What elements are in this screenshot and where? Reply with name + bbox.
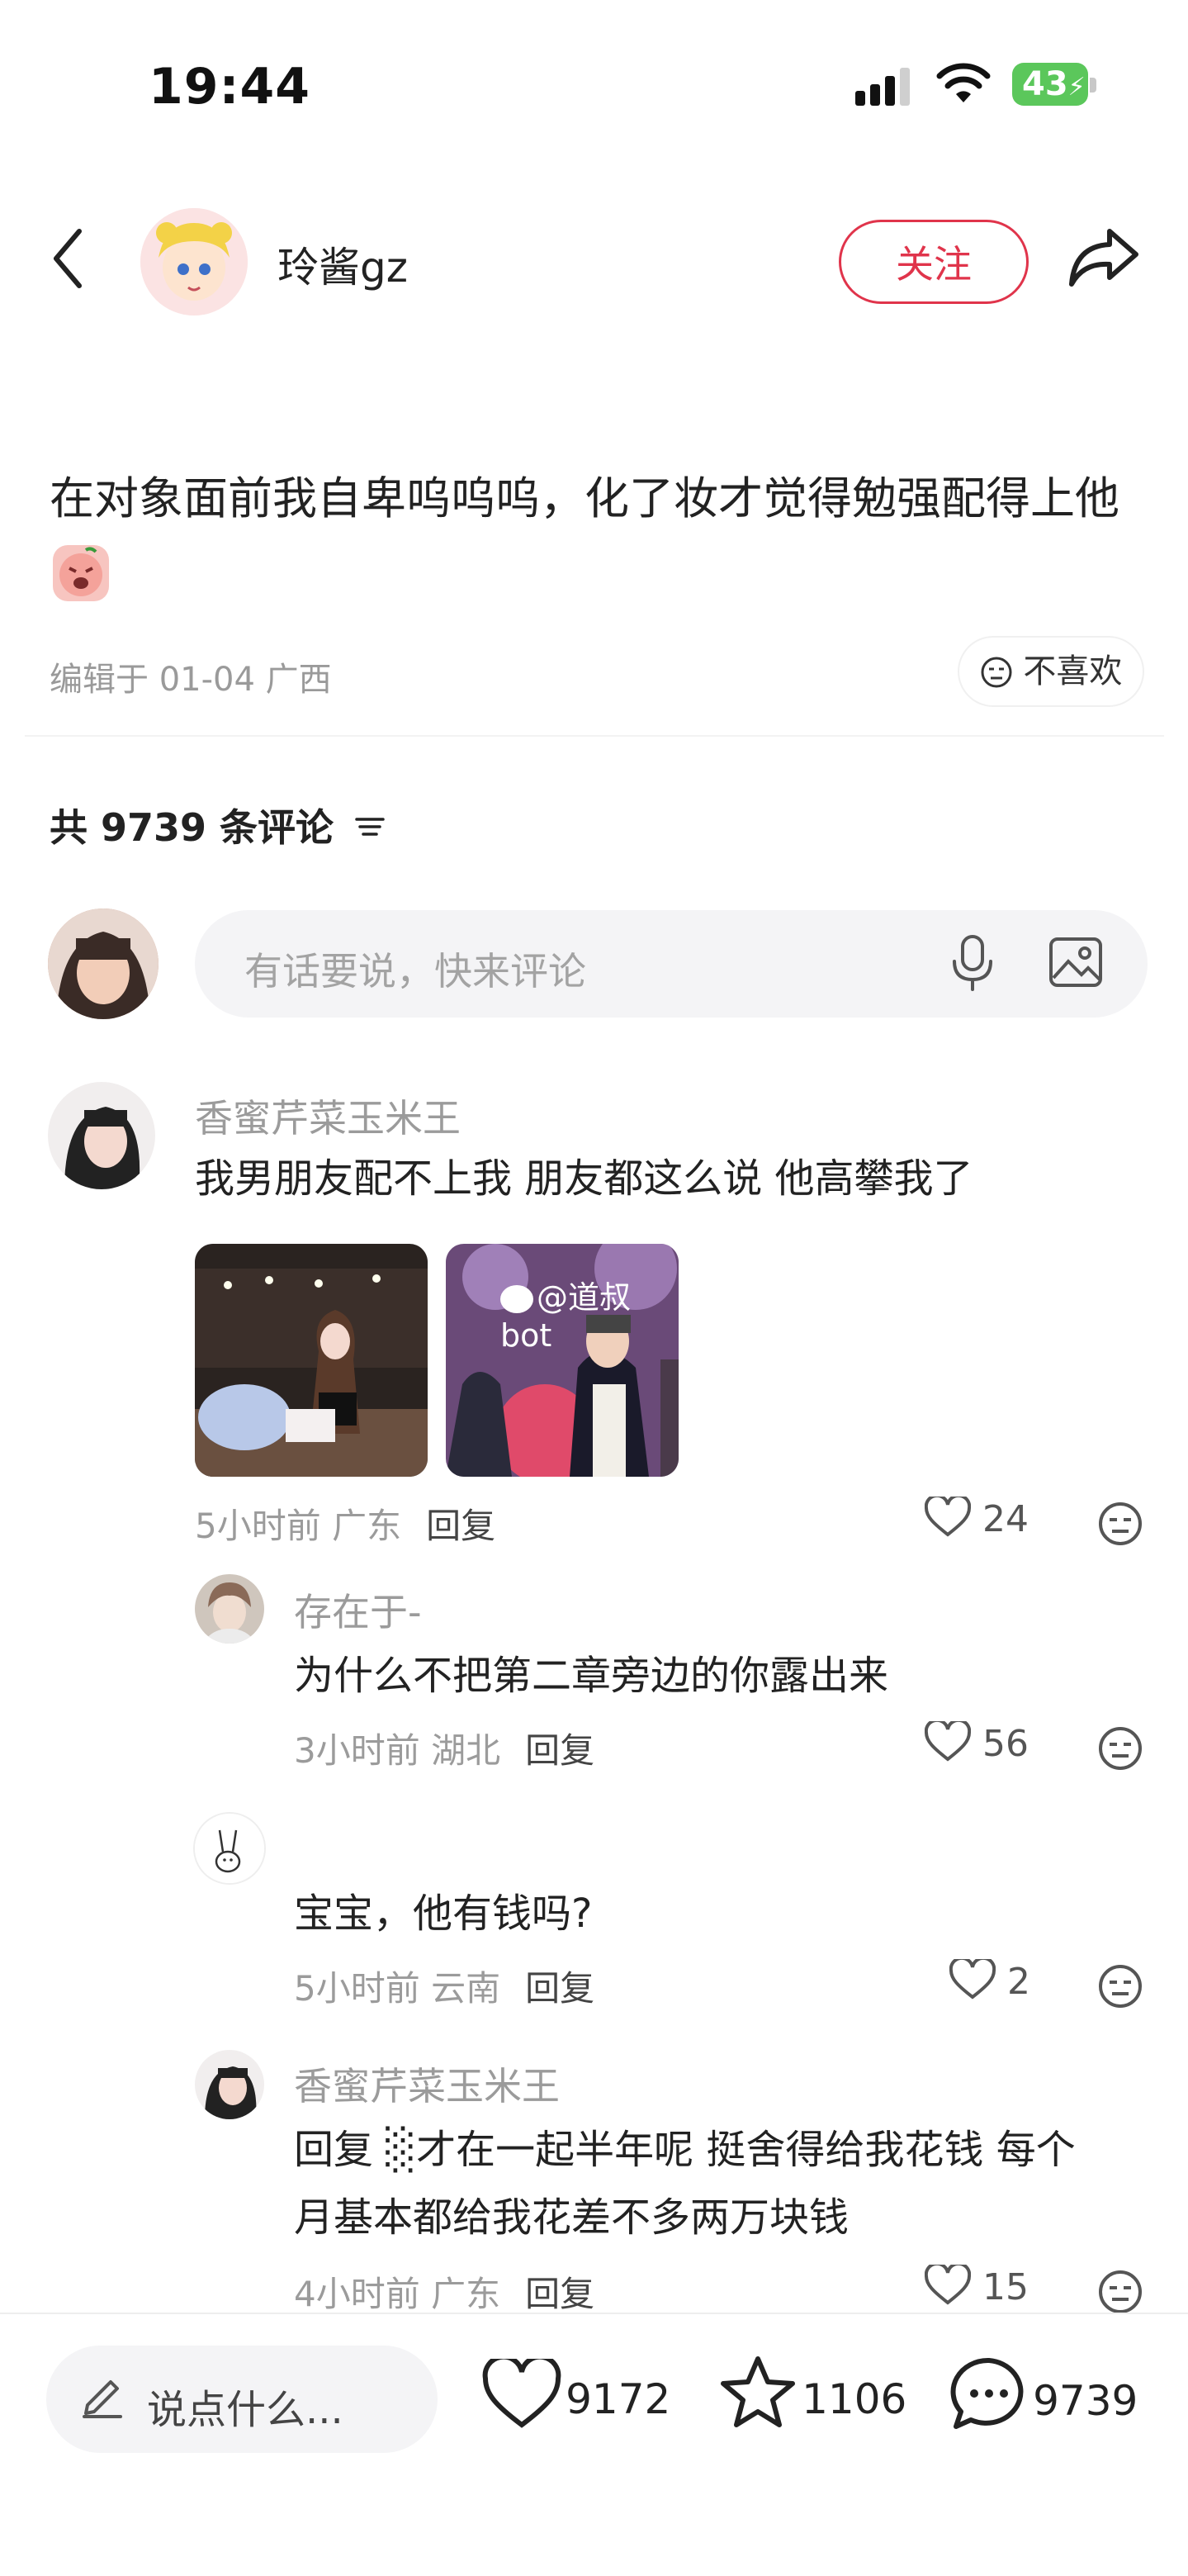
comment-like-count: 2 bbox=[1007, 1961, 1030, 2003]
follow-button[interactable]: 关注 bbox=[839, 220, 1029, 304]
comment-time: 5小时前 广东 bbox=[195, 1506, 402, 1546]
crying-face-emoji-icon bbox=[53, 545, 109, 601]
post-edited-info: 编辑于 01-04 广西 bbox=[50, 661, 332, 699]
status-time: 19:44 bbox=[149, 58, 310, 116]
comment-count-label: 共 9739 条评论 bbox=[50, 805, 334, 850]
image-watermark: @道叔bot bbox=[500, 1272, 679, 1354]
comment-like-count: 15 bbox=[982, 2266, 1029, 2308]
image-upload-icon[interactable] bbox=[1048, 937, 1103, 991]
share-icon[interactable] bbox=[1068, 226, 1139, 291]
comment-meta: 5小时前 云南 回复 bbox=[294, 1961, 594, 2011]
comment-count-header: 共 9739 条评论 bbox=[50, 798, 386, 852]
reply-button[interactable]: 回复 bbox=[525, 2274, 594, 2314]
microphone-icon[interactable] bbox=[948, 933, 997, 996]
pencil-icon bbox=[79, 2374, 125, 2423]
comment-text: 我男朋友配不上我 朋友都这么说 他高攀我了 bbox=[195, 1155, 973, 1202]
comment-dislike-icon[interactable] bbox=[1098, 1501, 1143, 1549]
battery-tip bbox=[1090, 78, 1096, 93]
post-like-count: 9172 bbox=[566, 2375, 671, 2423]
comment-time: 3小时前 湖北 bbox=[294, 1730, 501, 1771]
comment-dislike-icon[interactable] bbox=[1098, 1726, 1143, 1774]
reply-button[interactable]: 回复 bbox=[525, 1730, 594, 1771]
my-avatar bbox=[48, 908, 159, 1019]
bottom-bar-divider bbox=[0, 2313, 1188, 2314]
comment-username[interactable]: 存在于- bbox=[294, 1582, 422, 1637]
comment-image-1[interactable] bbox=[195, 1244, 428, 1477]
commenter-avatar[interactable] bbox=[195, 2050, 264, 2119]
favorite-button[interactable]: 1106 bbox=[718, 2354, 906, 2430]
comment-meta: 3小时前 湖北 回复 bbox=[294, 1723, 594, 1773]
comment-username[interactable]: 香蜜芹菜玉米王 bbox=[294, 2057, 560, 2111]
comment-button[interactable]: 9739 bbox=[949, 2355, 1138, 2431]
comment-image-2[interactable]: @道叔bot bbox=[446, 1244, 679, 1477]
battery-level: 43 bbox=[1022, 65, 1068, 103]
comment-text: 宝宝，他有钱吗? bbox=[294, 1890, 593, 1937]
comment-like[interactable]: 56 bbox=[924, 1718, 1029, 1765]
favorite-count: 1106 bbox=[802, 2375, 907, 2423]
post-text: 在对象面前我自卑呜呜呜，化了妆才觉得勉强配得上他 bbox=[50, 459, 1139, 618]
author-name[interactable]: 玲酱gz bbox=[277, 235, 408, 294]
comment-like[interactable]: 24 bbox=[924, 1493, 1029, 1540]
post-body: 在对象面前我自卑呜呜呜，化了妆才觉得勉强配得上他 bbox=[50, 472, 1119, 524]
commenter-avatar[interactable] bbox=[48, 1082, 155, 1189]
comment-time: 4小时前 广东 bbox=[294, 2274, 501, 2314]
post-like-button[interactable]: 9172 bbox=[482, 2354, 671, 2430]
reply-button[interactable]: 回复 bbox=[525, 1968, 594, 2009]
comment-username[interactable]: 香蜜芹菜玉米王 bbox=[195, 1089, 461, 1143]
say-something-label: 说点什么... bbox=[147, 2387, 343, 2433]
comment-dislike-icon[interactable] bbox=[1098, 2270, 1143, 2317]
comment-time: 5小时前 云南 bbox=[294, 1968, 501, 2009]
dislike-button[interactable]: 不喜欢 bbox=[959, 638, 1143, 705]
comment-dislike-icon[interactable] bbox=[1098, 1964, 1143, 2012]
wifi-icon bbox=[936, 61, 991, 107]
reply-button[interactable]: 回复 bbox=[426, 1506, 495, 1546]
section-divider bbox=[25, 735, 1164, 737]
comment-meta: 5小时前 广东 回复 bbox=[195, 1498, 495, 1549]
battery-icon: 43⚡ bbox=[1012, 63, 1088, 106]
commenter-avatar[interactable] bbox=[195, 1574, 264, 1644]
comment-like-count: 56 bbox=[982, 1723, 1029, 1765]
comment-like[interactable]: 15 bbox=[924, 2261, 1029, 2308]
commenter-avatar[interactable] bbox=[195, 1814, 264, 1883]
comment-like-count: 24 bbox=[982, 1498, 1029, 1540]
comment-meta: 4小时前 广东 回复 bbox=[294, 2266, 594, 2317]
comment-input-placeholder: 有话要说，快来评论 bbox=[244, 949, 586, 994]
cellular-signal-icon bbox=[855, 68, 915, 106]
comment-text: 为什么不把第二章旁边的你露出来 bbox=[294, 1653, 889, 1699]
comment-total-count: 9739 bbox=[1033, 2377, 1138, 2425]
dislike-label: 不喜欢 bbox=[1023, 652, 1123, 690]
back-icon[interactable] bbox=[51, 228, 84, 292]
comment-text-line1: 回复 ░才在一起半年呢 挺舍得给我花钱 每个 bbox=[294, 2127, 1076, 2173]
comment-like[interactable]: 2 bbox=[949, 1956, 1030, 2003]
comment-text-line2: 月基本都给我花差不多两万块钱 bbox=[294, 2194, 850, 2241]
author-avatar[interactable] bbox=[140, 208, 248, 315]
